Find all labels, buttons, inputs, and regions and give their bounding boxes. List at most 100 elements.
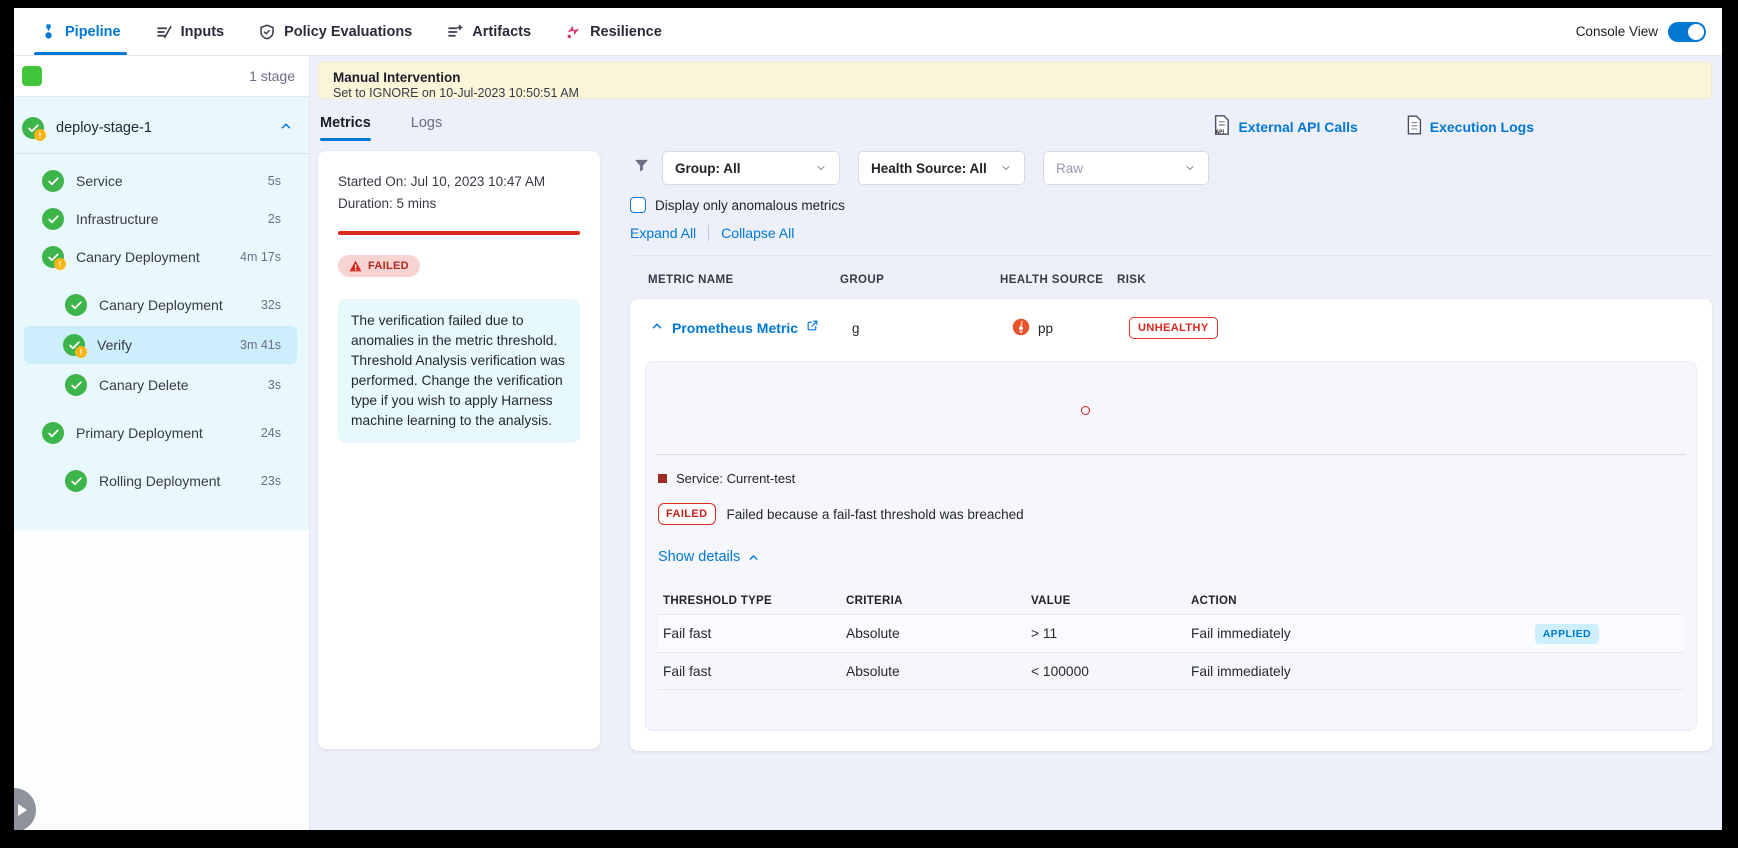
cell-threshold-type: Fail fast: [663, 626, 846, 641]
tab-label: Artifacts: [472, 24, 531, 40]
tab-pipeline[interactable]: Pipeline: [40, 8, 121, 55]
link-label: External API Calls: [1238, 119, 1357, 135]
step-canary-deployment-group[interactable]: ! Canary Deployment 4m 17s: [16, 238, 307, 276]
stage-tree: ! deploy-stage-1 Service 5s Infrastructu…: [14, 97, 309, 530]
artifacts-icon: [446, 23, 464, 41]
tab-inputs[interactable]: Inputs: [155, 8, 225, 55]
success-warning-icon: !: [42, 246, 64, 268]
step-label: Verify: [97, 337, 132, 353]
show-details-link[interactable]: Show details: [658, 549, 760, 565]
stage-header: 1 stage: [14, 56, 309, 97]
tab-policy-evaluations[interactable]: Policy Evaluations: [258, 8, 412, 55]
execution-logs-link[interactable]: Execution Logs: [1406, 115, 1534, 138]
document-icon: [1406, 115, 1422, 138]
tab-artifacts[interactable]: Artifacts: [446, 8, 531, 55]
step-label: Canary Deployment: [99, 297, 223, 313]
metric-row: Prometheus Metric g pp UNHEAL: [630, 299, 1712, 357]
threshold-row: Fail fast Absolute < 100000 Fail immedia…: [658, 652, 1684, 690]
metric-name-link[interactable]: Prometheus Metric: [672, 320, 798, 336]
step-duration: 24s: [261, 426, 281, 440]
anomalous-data-point[interactable]: [1081, 406, 1090, 415]
step-duration: 32s: [261, 298, 281, 312]
step-duration: 3m 41s: [240, 338, 281, 352]
success-warning-icon: !: [22, 117, 44, 139]
success-icon: [42, 170, 64, 192]
dropdown-value: Health Source: All: [871, 161, 987, 176]
step-canary-deployment[interactable]: Canary Deployment 32s: [16, 286, 307, 324]
cell-criteria: Absolute: [846, 626, 1031, 641]
duration: Duration: 5 mins: [338, 193, 580, 215]
shield-check-icon: [258, 23, 276, 41]
console-view-toggle[interactable]: [1668, 22, 1706, 42]
col-group: GROUP: [840, 274, 1000, 286]
stage-count: 1 stage: [249, 68, 295, 84]
threshold-row: Fail fast Absolute > 11 Fail immediately…: [658, 614, 1684, 652]
divider: [14, 153, 309, 154]
thresholds-header: THRESHOLD TYPE CRITERIA VALUE ACTION: [658, 588, 1684, 614]
step-service[interactable]: Service 5s: [16, 162, 307, 200]
group-filter-dropdown[interactable]: Group: All: [662, 151, 840, 185]
raw-filter-dropdown[interactable]: Raw: [1043, 151, 1209, 185]
tab-logs[interactable]: Logs: [411, 115, 442, 141]
stage-name: deploy-stage-1: [56, 120, 152, 136]
step-duration: 2s: [268, 212, 281, 226]
col-action: ACTION: [1191, 595, 1684, 607]
pipeline-icon: [40, 23, 57, 40]
banner-title: Manual Intervention: [333, 70, 1697, 85]
chevron-up-icon[interactable]: [279, 119, 293, 138]
execution-sidebar: 1 stage ! deploy-stage-1 Service 5s: [14, 56, 310, 830]
failed-label: FAILED: [368, 260, 409, 272]
failed-message: Failed because a fail-fast threshold was…: [727, 507, 1024, 522]
health-source-filter-dropdown[interactable]: Health Source: All: [858, 151, 1025, 185]
top-nav: Pipeline Inputs Policy Evaluations Artif…: [14, 8, 1722, 56]
tab-resilience[interactable]: Resilience: [565, 8, 662, 55]
step-primary-deployment[interactable]: Primary Deployment 24s: [16, 414, 307, 452]
chevron-down-icon: [815, 162, 827, 174]
metric-group: g: [852, 321, 1012, 336]
tab-label: Metrics: [320, 115, 371, 131]
step-label: Infrastructure: [76, 211, 158, 227]
chart-legend: Service: Current-test: [658, 471, 1684, 486]
step-label: Rolling Deployment: [99, 473, 220, 489]
cell-threshold-type: Fail fast: [663, 664, 846, 679]
filter-icon: [633, 157, 650, 179]
step-verify[interactable]: ! Verify 3m 41s: [24, 326, 297, 364]
app-window: Pipeline Inputs Policy Evaluations Artif…: [14, 8, 1722, 830]
started-on: Started On: Jul 10, 2023 10:47 AM: [338, 171, 580, 193]
step-label: Canary Delete: [99, 377, 189, 393]
external-link-icon[interactable]: [806, 319, 819, 337]
verification-message: The verification failed due to anomalies…: [338, 299, 580, 443]
tab-label: Resilience: [590, 24, 662, 40]
thresholds-table: THRESHOLD TYPE CRITERIA VALUE ACTION Fai…: [658, 588, 1684, 690]
cell-value: > 11: [1031, 626, 1191, 641]
cell-action: Fail immediately: [1191, 626, 1684, 641]
step-label: Primary Deployment: [76, 425, 203, 441]
inputs-icon: [155, 23, 173, 41]
success-icon: [65, 470, 87, 492]
success-warning-icon: !: [63, 334, 85, 356]
tab-metrics[interactable]: Metrics: [320, 115, 371, 141]
step-duration: 4m 17s: [240, 250, 281, 264]
cell-value: < 100000: [1031, 664, 1191, 679]
anomalous-metrics-checkbox[interactable]: [630, 197, 646, 213]
step-canary-delete[interactable]: Canary Delete 3s: [16, 366, 307, 404]
divider: [708, 225, 709, 241]
collapse-all-link[interactable]: Collapse All: [721, 225, 794, 241]
expand-all-link[interactable]: Expand All: [630, 225, 696, 241]
chevron-up-icon[interactable]: [650, 319, 664, 338]
stage-status-chip[interactable]: [22, 66, 42, 86]
risk-badge-unhealthy: UNHEALTHY: [1129, 317, 1218, 339]
manual-intervention-banner: Manual Intervention Set to IGNORE on 10-…: [318, 62, 1712, 99]
step-rolling-deployment[interactable]: Rolling Deployment 23s: [16, 462, 307, 500]
step-infrastructure[interactable]: Infrastructure 2s: [16, 200, 307, 238]
step-duration: 23s: [261, 474, 281, 488]
banner-subtitle: Set to IGNORE on 10-Jul-2023 10:50:51 AM: [333, 86, 1697, 100]
tab-label: Inputs: [181, 24, 225, 40]
applied-badge: APPLIED: [1535, 624, 1599, 644]
step-label: Service: [76, 173, 123, 189]
success-icon: [42, 208, 64, 230]
chevron-up-icon: [747, 551, 760, 564]
chevron-down-icon: [1184, 162, 1196, 174]
external-api-calls-link[interactable]: API External API Calls: [1213, 115, 1357, 138]
stage-row-deploy-stage-1[interactable]: ! deploy-stage-1: [14, 109, 309, 147]
